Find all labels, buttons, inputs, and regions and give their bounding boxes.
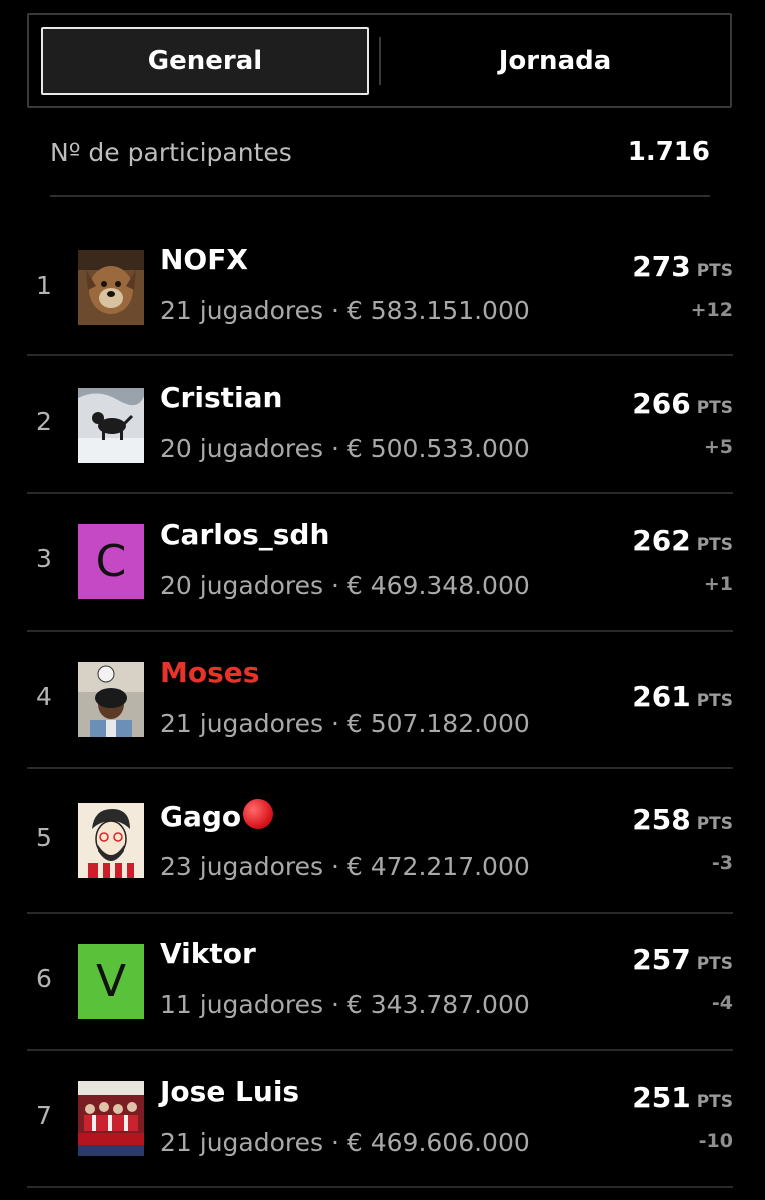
points: 257 PTS — [632, 943, 733, 976]
manager-meta: 21 jugadores · € 583.151.000 — [160, 296, 530, 325]
manager-name-text: Gago — [160, 800, 242, 833]
ranking-row[interactable]: 5 Gago 23 jugadores · € 472.217.000 258 P… — [0, 769, 765, 914]
rank-number: 3 — [36, 544, 52, 573]
manager-meta: 21 jugadores · € 469.606.000 — [160, 1128, 530, 1157]
manager-meta: 20 jugadores · € 500.533.000 — [160, 434, 530, 463]
manager-name: Cristian — [160, 381, 283, 414]
participants-summary: Nº de participantes 1.716 — [50, 124, 710, 180]
manager-name: Jose Luis — [160, 1075, 300, 1108]
ranking-row[interactable]: 4 Moses 21 jugadores · € 507.182.000 261… — [0, 632, 765, 769]
points-value: 273 — [632, 250, 691, 283]
red-circle-icon — [243, 799, 274, 829]
rank-number: 2 — [36, 407, 52, 436]
points: 258 PTS — [632, 803, 733, 836]
points-delta: -4 — [711, 992, 733, 1014]
points-unit: PTS — [696, 261, 733, 281]
avatar — [78, 1081, 144, 1156]
points-unit: PTS — [696, 814, 733, 834]
manager-name: Viktor — [160, 937, 256, 970]
points-value: 251 — [632, 1081, 691, 1114]
points: 262 PTS — [632, 524, 733, 557]
tab-jornada[interactable]: Jornada — [383, 27, 727, 95]
manager-name: Gago — [160, 799, 274, 833]
manager-name: NOFX — [160, 243, 248, 276]
manager-meta: 20 jugadores · € 469.348.000 — [160, 571, 530, 600]
points-delta: -10 — [698, 1130, 733, 1152]
points-unit: PTS — [696, 1092, 733, 1112]
manager-name: Moses — [160, 656, 260, 689]
points-delta: -3 — [711, 852, 733, 874]
points-value: 266 — [632, 387, 691, 420]
rank-number: 6 — [36, 964, 52, 993]
rank-number: 4 — [36, 682, 52, 711]
points: 266 PTS — [632, 387, 733, 420]
points-value: 262 — [632, 524, 691, 557]
avatar: V — [78, 944, 144, 1019]
points-delta: +1 — [703, 573, 733, 595]
view-toggle: General Jornada — [27, 13, 732, 108]
manager-name: Carlos_sdh — [160, 518, 330, 551]
manager-meta: 21 jugadores · € 507.182.000 — [160, 709, 530, 738]
avatar — [78, 250, 144, 325]
rank-number: 7 — [36, 1101, 52, 1130]
points-unit: PTS — [696, 954, 733, 974]
manager-meta: 11 jugadores · € 343.787.000 — [160, 990, 530, 1019]
avatar — [78, 662, 144, 737]
tab-general[interactable]: General — [41, 27, 369, 95]
points-unit: PTS — [696, 691, 733, 711]
avatar — [78, 803, 144, 878]
points-unit: PTS — [696, 535, 733, 555]
tab-divider — [379, 37, 381, 85]
points-delta: +5 — [703, 436, 733, 458]
points-value: 257 — [632, 943, 691, 976]
divider — [50, 195, 710, 197]
ranking-row[interactable]: 6 V Viktor 11 jugadores · € 343.787.000 … — [0, 914, 765, 1051]
avatar — [78, 388, 144, 463]
points: 251 PTS — [632, 1081, 733, 1114]
avatar: C — [78, 524, 144, 599]
ranking-row[interactable]: 3 C Carlos_sdh 20 jugadores · € 469.348.… — [0, 494, 765, 632]
points: 261 PTS — [632, 680, 733, 713]
ranking-row[interactable]: 7 Jose Luis 21 jugadores · € 469.606.000… — [0, 1051, 765, 1188]
rank-number: 1 — [36, 271, 52, 300]
points-unit: PTS — [696, 398, 733, 418]
row-divider — [27, 1186, 733, 1188]
participants-count: 1.716 — [627, 137, 710, 167]
participants-label: Nº de participantes — [50, 137, 292, 167]
points: 273 PTS — [632, 250, 733, 283]
ranking-row[interactable]: 2 Cristian 20 jugadores · € 500.533.000 … — [0, 356, 765, 494]
points-value: 261 — [632, 680, 691, 713]
rank-number: 5 — [36, 823, 52, 852]
points-delta: +12 — [690, 299, 733, 321]
points-value: 258 — [632, 803, 691, 836]
manager-meta: 23 jugadores · € 472.217.000 — [160, 852, 530, 881]
ranking-row[interactable]: 1 NOFX 21 jugadores · € 583.151.000 273 P… — [0, 218, 765, 356]
